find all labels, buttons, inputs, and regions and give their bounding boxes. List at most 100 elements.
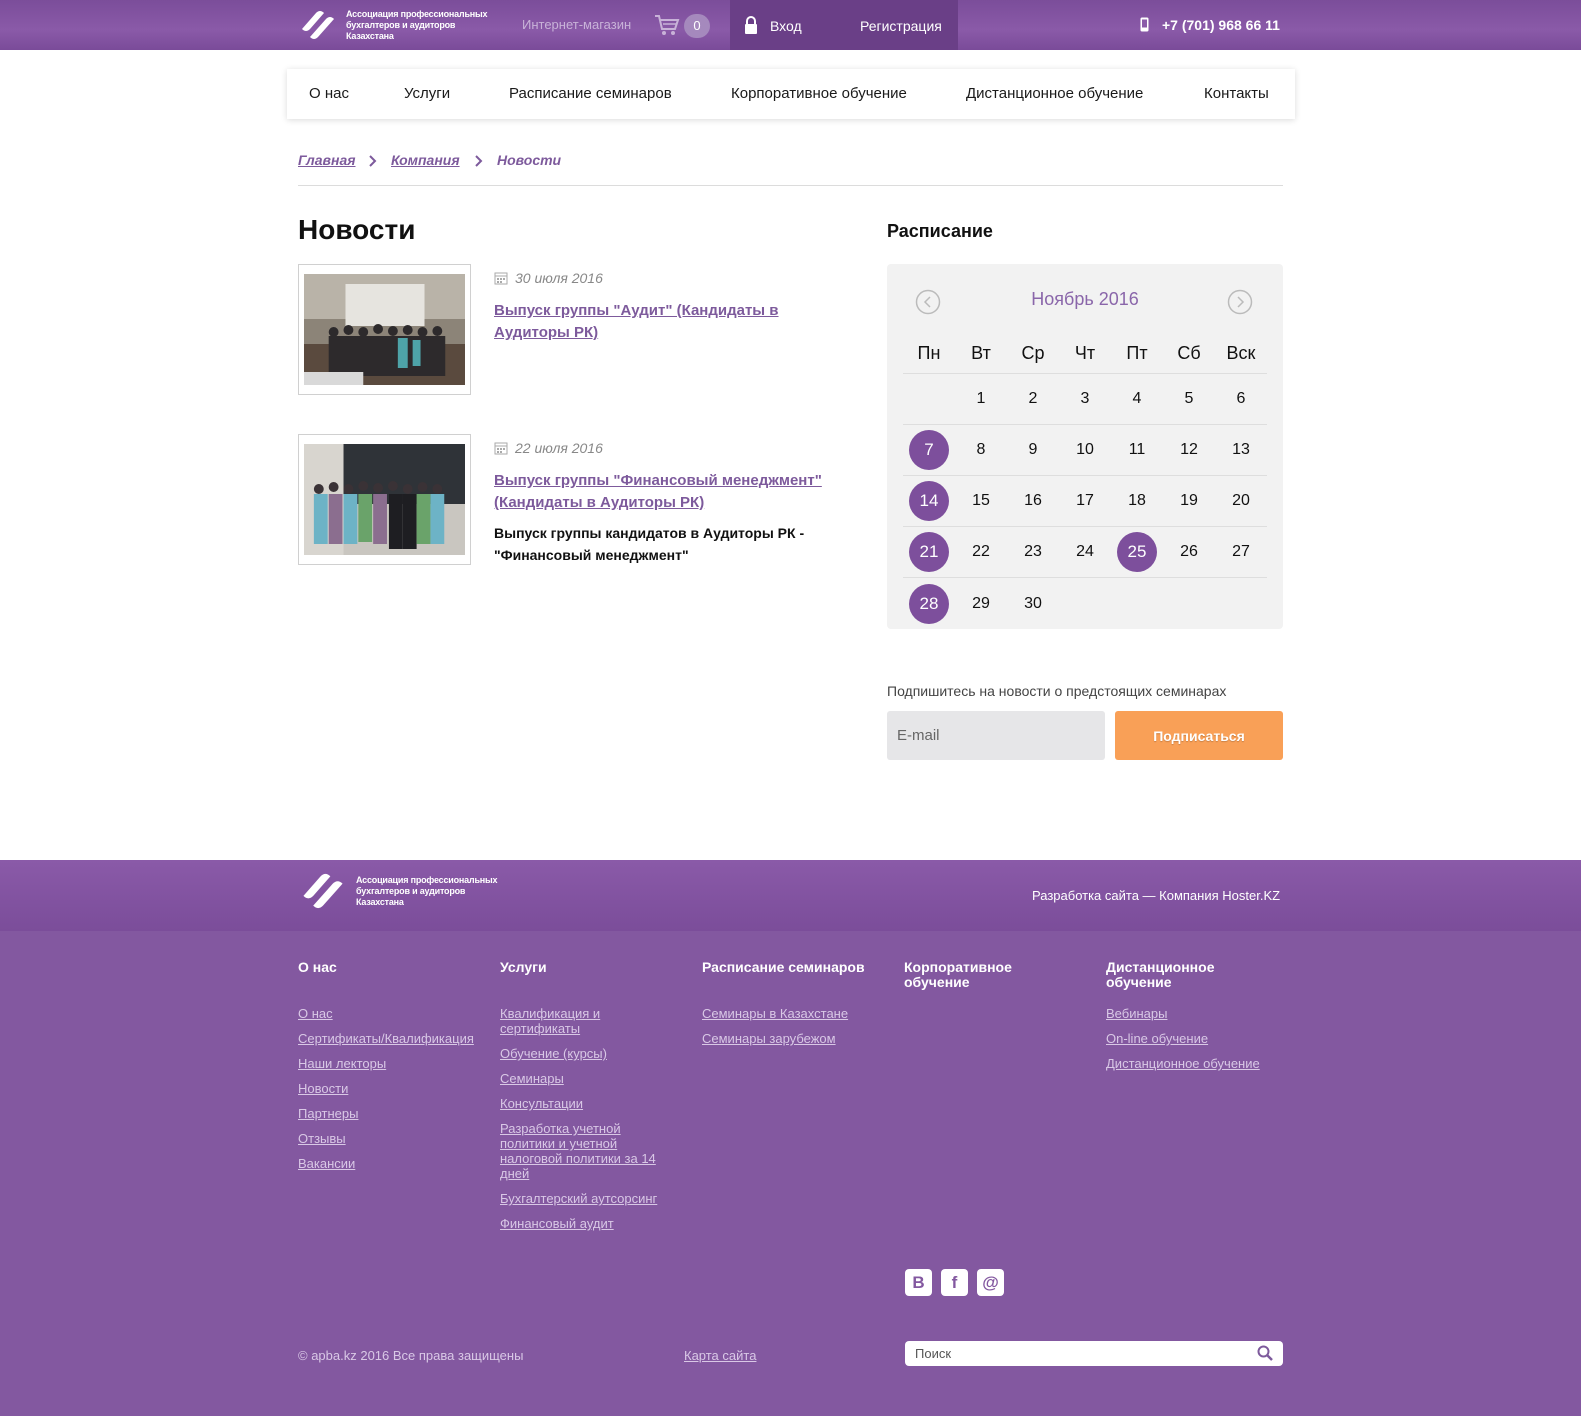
calendar-day-cell[interactable]: 23 xyxy=(1007,543,1059,561)
developer-credit[interactable]: Разработка сайта — Компания Hoster.KZ xyxy=(1032,888,1280,903)
calendar-day[interactable]: 5 xyxy=(1185,390,1194,408)
calendar-day[interactable]: 15 xyxy=(972,492,990,510)
breadcrumb-company[interactable]: Компания xyxy=(391,152,460,168)
footer-link[interactable]: Новости xyxy=(298,1081,478,1096)
login-link[interactable]: Вход xyxy=(770,18,802,34)
calendar-day[interactable]: 11 xyxy=(1129,441,1146,459)
footer-link[interactable]: Вебинары xyxy=(1106,1006,1286,1021)
calendar-day-cell[interactable]: 27 xyxy=(1215,543,1267,561)
calendar-day-cell[interactable]: 17 xyxy=(1059,492,1111,510)
footer-link[interactable]: Вакансии xyxy=(298,1156,478,1171)
cart-icon[interactable] xyxy=(654,14,680,36)
site-logo[interactable]: Ассоциация профессиональных бухгалтеров … xyxy=(298,7,506,43)
news-title-link[interactable]: Выпуск группы "Аудит" (Кандидаты в Аудит… xyxy=(494,300,844,344)
calendar-day-cell[interactable]: 14 xyxy=(903,481,955,521)
subscribe-button[interactable]: Подписаться xyxy=(1115,711,1283,760)
footer-link[interactable]: Семинары xyxy=(500,1071,670,1086)
calendar-day-cell[interactable]: 26 xyxy=(1163,543,1215,561)
calendar-day-cell[interactable]: 8 xyxy=(955,441,1007,459)
calendar-day-cell[interactable]: 15 xyxy=(955,492,1007,510)
email-icon[interactable]: @ xyxy=(977,1269,1004,1296)
calendar-day[interactable]: 18 xyxy=(1128,492,1146,510)
calendar-day[interactable]: 23 xyxy=(1024,543,1042,561)
calendar-day[interactable]: 20 xyxy=(1232,492,1250,510)
vk-icon[interactable]: B xyxy=(905,1269,932,1296)
calendar-day-cell[interactable]: 16 xyxy=(1007,492,1059,510)
calendar-day[interactable]: 27 xyxy=(1232,543,1250,561)
phone-number[interactable]: +7 (701) 968 66 11 xyxy=(1162,17,1280,33)
calendar-day[interactable]: 12 xyxy=(1180,441,1198,459)
footer-link[interactable]: Отзывы xyxy=(298,1131,478,1146)
footer-link[interactable]: О нас xyxy=(298,1006,478,1021)
calendar-day-cell[interactable]: 12 xyxy=(1163,441,1215,459)
facebook-icon[interactable]: f xyxy=(941,1269,968,1296)
calendar-day-cell[interactable]: 21 xyxy=(903,532,955,572)
calendar-day-cell[interactable]: 28 xyxy=(903,583,955,624)
nav-item-contacts[interactable]: Контакты xyxy=(1204,85,1269,102)
footer-link[interactable]: Семинары зарубежом xyxy=(702,1031,882,1046)
calendar-day[interactable]: 24 xyxy=(1076,543,1094,561)
calendar-day-cell[interactable]: 19 xyxy=(1163,492,1215,510)
calendar-day-cell[interactable]: 9 xyxy=(1007,441,1059,459)
breadcrumb-home[interactable]: Главная xyxy=(298,152,356,168)
cart-count-badge[interactable]: 0 xyxy=(684,14,710,38)
search-icon[interactable] xyxy=(1257,1345,1273,1361)
calendar-day-cell[interactable]: 2 xyxy=(1007,390,1059,408)
footer-link[interactable]: Наши лекторы xyxy=(298,1056,478,1071)
calendar-event-day[interactable]: 21 xyxy=(909,532,949,572)
calendar-day[interactable]: 1 xyxy=(977,390,986,408)
nav-item-corporate[interactable]: Корпоративное обучение xyxy=(731,85,907,102)
news-thumbnail[interactable] xyxy=(298,264,471,395)
calendar-day-cell[interactable]: 4 xyxy=(1111,390,1163,408)
calendar-day[interactable]: 10 xyxy=(1076,441,1094,459)
footer-link[interactable]: Семинары в Казахстане xyxy=(702,1006,882,1021)
calendar-day[interactable]: 30 xyxy=(1024,595,1042,613)
footer-link[interactable]: Консультации xyxy=(500,1096,670,1111)
calendar-day[interactable]: 26 xyxy=(1180,543,1198,561)
search-input[interactable] xyxy=(905,1341,1283,1366)
calendar-day[interactable]: 9 xyxy=(1029,441,1038,459)
footer-link[interactable]: Партнеры xyxy=(298,1106,478,1121)
calendar-day-cell[interactable]: 5 xyxy=(1163,390,1215,408)
calendar-day-cell[interactable]: 6 xyxy=(1215,390,1267,408)
news-thumbnail[interactable] xyxy=(298,434,471,565)
calendar-day-cell[interactable]: 22 xyxy=(955,543,1007,561)
calendar-day-cell[interactable]: 3 xyxy=(1059,390,1111,408)
nav-item-distance[interactable]: Дистанционное обучение xyxy=(966,85,1143,102)
email-field[interactable] xyxy=(887,711,1105,760)
calendar-day-cell[interactable]: 13 xyxy=(1215,441,1267,459)
calendar-day-cell[interactable]: 11 xyxy=(1111,441,1163,459)
nav-item-about[interactable]: О нас xyxy=(309,85,349,102)
calendar-day[interactable]: 6 xyxy=(1237,390,1246,408)
calendar-day-cell[interactable]: 20 xyxy=(1215,492,1267,510)
calendar-day-cell[interactable]: 25 xyxy=(1111,532,1163,572)
calendar-day[interactable]: 22 xyxy=(972,543,990,561)
footer-link[interactable]: Сертификаты/Квалификация xyxy=(298,1031,478,1046)
calendar-day[interactable]: 2 xyxy=(1029,390,1038,408)
calendar-day[interactable]: 4 xyxy=(1133,390,1142,408)
footer-link[interactable]: Бухгалтерский аутсорсинг xyxy=(500,1191,670,1206)
calendar-day-cell[interactable]: 18 xyxy=(1111,492,1163,510)
footer-link[interactable]: Финансовый аудит xyxy=(500,1216,670,1231)
calendar-event-day[interactable]: 28 xyxy=(909,583,949,624)
calendar-day-cell[interactable]: 29 xyxy=(955,595,1007,613)
calendar-event-day[interactable]: 14 xyxy=(909,481,949,521)
calendar-day[interactable]: 3 xyxy=(1081,390,1090,408)
calendar-day[interactable]: 13 xyxy=(1232,441,1250,459)
next-month-icon[interactable] xyxy=(1227,289,1253,315)
sitemap-link[interactable]: Карта сайта xyxy=(684,1348,756,1363)
nav-item-seminars[interactable]: Расписание семинаров xyxy=(509,85,672,102)
calendar-day-cell[interactable]: 10 xyxy=(1059,441,1111,459)
calendar-event-day[interactable]: 7 xyxy=(909,430,949,470)
calendar-day-cell[interactable]: 30 xyxy=(1007,595,1059,613)
calendar-day[interactable]: 8 xyxy=(977,441,986,459)
calendar-day-cell[interactable]: 7 xyxy=(903,430,955,470)
calendar-day[interactable]: 19 xyxy=(1180,492,1198,510)
nav-item-services[interactable]: Услуги xyxy=(404,85,450,102)
calendar-day[interactable]: 29 xyxy=(972,595,990,613)
footer-logo[interactable]: Ассоциация профессиональных бухгалтеров … xyxy=(298,869,516,913)
calendar-day[interactable]: 16 xyxy=(1024,492,1042,510)
footer-link[interactable]: Квалификация и сертификаты xyxy=(500,1006,670,1036)
shop-link[interactable]: Интернет-магазин xyxy=(522,17,631,32)
footer-link[interactable]: On-line обучение xyxy=(1106,1031,1286,1046)
